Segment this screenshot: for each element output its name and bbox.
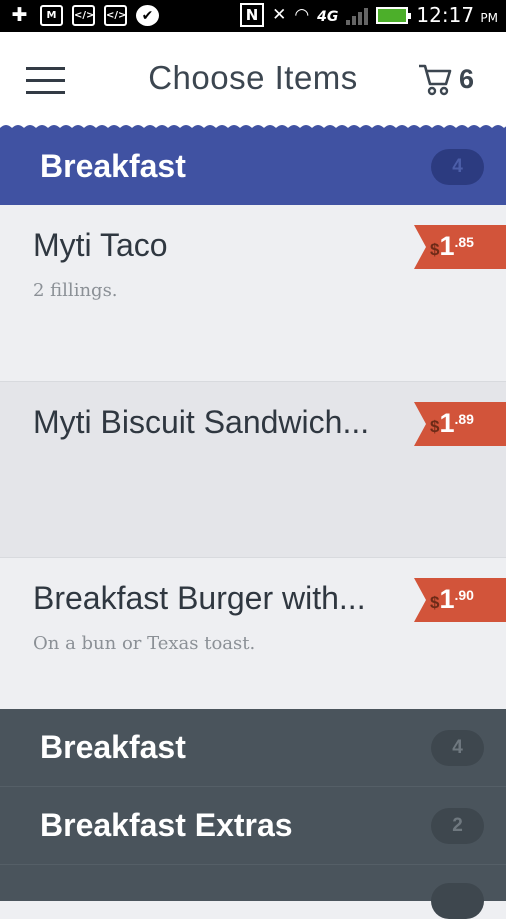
menu-item[interactable]: Myti Biscuit Sandwich... $1.89	[0, 382, 506, 558]
battery-icon	[376, 6, 412, 24]
category-title: Breakfast Extras	[40, 807, 293, 843]
item-count-badge	[431, 883, 484, 919]
network-type: 4G	[317, 9, 339, 25]
system-icons: N ✕ ◠ 4G 12:17 PM	[240, 3, 498, 27]
menu-item[interactable]: Myti Taco 2 fillings. $1.85	[0, 205, 506, 382]
code-icon: </>	[104, 5, 127, 26]
wifi-icon: ◠	[294, 5, 310, 25]
notification-icons: ✚ M </> </> ✔	[8, 5, 159, 26]
category-breakfast[interactable]: Breakfast 4	[0, 709, 506, 786]
item-count-badge: 4	[431, 729, 484, 766]
plus-icon: ✚	[11, 4, 28, 26]
status-bar: ✚ M </> </> ✔ N ✕ ◠ 4G 12:17 PM	[0, 0, 506, 32]
item-name: Myti Taco	[33, 227, 168, 263]
item-count-badge: 2	[431, 807, 484, 844]
code-icon: </>	[72, 5, 95, 26]
mute-icon: ✕	[272, 5, 287, 25]
gmail-icon: M	[40, 5, 63, 26]
cart-button[interactable]: 6	[417, 62, 474, 96]
price-tag: $1.89	[414, 402, 506, 446]
price-tag: $1.85	[414, 225, 506, 269]
cart-icon	[418, 64, 452, 96]
item-description: 2 fillings.	[33, 280, 118, 301]
nfc-icon: N	[240, 3, 265, 27]
item-description: On a bun or Texas toast.	[33, 633, 256, 654]
cart-count: 6	[458, 63, 474, 94]
app-header: Choose Items 6	[0, 32, 506, 127]
signal-icon	[346, 5, 369, 25]
item-count-badge: 4	[431, 148, 484, 185]
price-tag: $1.90	[414, 578, 506, 622]
section-title: Breakfast	[40, 148, 186, 184]
category-title: Breakfast	[40, 729, 186, 765]
clock: 12:17 PM	[416, 3, 498, 27]
category-next[interactable]	[0, 864, 506, 919]
item-name: Breakfast Burger with...	[33, 580, 366, 616]
menu-item[interactable]: Breakfast Burger with... On a bun or Tex…	[0, 558, 506, 709]
item-name: Myti Biscuit Sandwich...	[33, 404, 370, 440]
category-breakfast-extras[interactable]: Breakfast Extras 2	[0, 786, 506, 864]
check-circle-icon: ✔	[136, 5, 159, 26]
section-header-breakfast[interactable]: Breakfast 4	[0, 128, 506, 205]
